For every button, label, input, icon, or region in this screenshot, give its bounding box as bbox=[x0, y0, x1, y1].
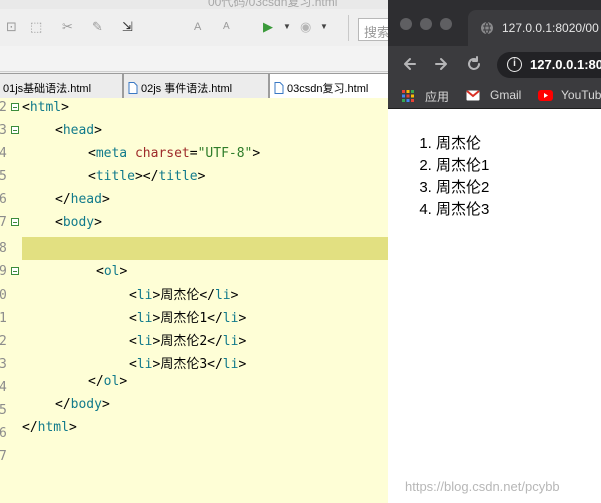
open-icon[interactable]: ⇲ bbox=[122, 18, 133, 36]
list-item: 周杰伦1 bbox=[436, 155, 489, 177]
close-window-icon[interactable] bbox=[400, 18, 412, 30]
tab-label: 02js 事件语法.html bbox=[141, 83, 233, 95]
code-line: <head> bbox=[55, 123, 102, 138]
code-editor: 00代码/03csdn复习.html ⊡ ⬚ ✂ ✎ ⇲ A A ▶ ▼ ◉ ▼… bbox=[0, 0, 391, 503]
pin-icon[interactable]: ✎ bbox=[92, 18, 103, 36]
line-number: 3 bbox=[0, 357, 7, 372]
browser-tab[interactable]: 127.0.0.1:8020/00 bbox=[468, 10, 601, 46]
file-icon bbox=[274, 82, 284, 94]
editor-tab-bar: 01js基础语法.html 02js 事件语法.html 03csdn复习.ht… bbox=[0, 72, 391, 98]
cut-icon[interactable]: ✂ bbox=[62, 18, 73, 36]
code-line: <title></title> bbox=[88, 169, 206, 184]
browser-tab-title: 127.0.0.1:8020/00 bbox=[502, 21, 599, 35]
code-line: <meta charset="UTF-8"> bbox=[88, 146, 261, 161]
line-number: 2 bbox=[0, 334, 7, 349]
line-number: 5 bbox=[0, 169, 7, 184]
browser-toolbar: i 127.0.0.1:80 bbox=[388, 46, 601, 82]
code-line: <li>周杰伦</li> bbox=[129, 288, 239, 303]
line-number: 7 bbox=[0, 449, 7, 464]
gmail-icon bbox=[466, 90, 480, 101]
page-content: 周杰伦 周杰伦1 周杰伦2 周杰伦3 https://blog.csdn.net… bbox=[388, 109, 601, 503]
code-line: </html> bbox=[22, 420, 77, 435]
tab-label: 01js基础语法.html bbox=[3, 83, 92, 95]
code-line: <li>周杰伦3</li> bbox=[129, 357, 247, 372]
info-icon[interactable]: i bbox=[507, 57, 522, 72]
line-number: 7 bbox=[0, 215, 7, 230]
tab-label: 03csdn复习.html bbox=[287, 83, 369, 95]
editor-toolbar: ⊡ ⬚ ✂ ✎ ⇲ A A ▶ ▼ ◉ ▼ 搜索 bbox=[0, 9, 388, 46]
run-icon[interactable]: ▶ bbox=[263, 18, 273, 36]
code-line: </ol> bbox=[88, 374, 128, 389]
editor-window-title: 00代码/03csdn复习.html bbox=[208, 0, 338, 9]
browser-tab-bar: 127.0.0.1:8020/00 bbox=[388, 0, 601, 46]
code-line: <ol> bbox=[96, 264, 128, 279]
preview-dropdown-icon[interactable]: ▼ bbox=[320, 18, 328, 36]
line-number: 0 bbox=[0, 288, 7, 303]
maximize-window-icon[interactable] bbox=[440, 18, 452, 30]
new-file-icon[interactable]: ⊡ bbox=[6, 18, 17, 36]
code-line: <body> bbox=[55, 215, 102, 230]
forward-icon[interactable] bbox=[431, 54, 451, 74]
code-line: <li>周杰伦1</li> bbox=[129, 311, 247, 326]
ordered-list: 周杰伦 周杰伦1 周杰伦2 周杰伦3 bbox=[436, 133, 489, 221]
address-bar[interactable]: i 127.0.0.1:80 bbox=[497, 52, 601, 78]
file-icon bbox=[128, 82, 138, 94]
line-number: 6 bbox=[0, 426, 7, 441]
bookmark-apps[interactable]: 应用 bbox=[425, 88, 449, 105]
code-line: </body> bbox=[55, 397, 110, 412]
minimize-window-icon[interactable] bbox=[420, 18, 432, 30]
address-text: 127.0.0.1:80 bbox=[530, 57, 601, 72]
search-placeholder: 搜索 bbox=[364, 25, 388, 40]
tab-01js[interactable]: 01js基础语法.html bbox=[0, 73, 123, 98]
fold-toggle-icon[interactable] bbox=[11, 103, 19, 111]
line-number: 5 bbox=[0, 403, 7, 418]
line-number: 3 bbox=[0, 123, 7, 138]
apps-grid-icon bbox=[402, 90, 414, 102]
fold-toggle-icon[interactable] bbox=[11, 218, 19, 226]
bookmarks-bar: 应用 Gmail YouTube bbox=[388, 82, 601, 109]
toolbar-divider bbox=[348, 15, 349, 41]
bookmark-youtube[interactable]: YouTube bbox=[561, 88, 601, 102]
save-icon[interactable]: ⬚ bbox=[30, 18, 42, 36]
browser-preview-icon[interactable]: ◉ bbox=[300, 18, 311, 36]
font-larger-icon[interactable]: A bbox=[194, 18, 201, 36]
list-item: 周杰伦2 bbox=[436, 177, 489, 199]
code-line: <li>周杰伦2</li> bbox=[129, 334, 247, 349]
editor-subtoolbar bbox=[0, 46, 388, 72]
line-number: 1 bbox=[0, 311, 7, 326]
browser-window: 127.0.0.1:8020/00 i 127.0.0.1:80 应用 Gmai… bbox=[388, 0, 601, 503]
line-number: 6 bbox=[0, 192, 7, 207]
reload-icon[interactable] bbox=[464, 54, 484, 74]
list-item: 周杰伦3 bbox=[436, 199, 489, 221]
editor-title-bar: 00代码/03csdn复习.html bbox=[0, 0, 388, 9]
run-dropdown-icon[interactable]: ▼ bbox=[283, 18, 291, 36]
code-line: <html> bbox=[22, 100, 69, 115]
tab-03csdn[interactable]: 03csdn复习.html bbox=[269, 73, 391, 98]
fold-toggle-icon[interactable] bbox=[11, 126, 19, 134]
current-line-highlight bbox=[22, 237, 388, 260]
search-input[interactable]: 搜索 bbox=[358, 18, 388, 41]
globe-icon bbox=[481, 21, 493, 35]
code-area[interactable]: 2 3 4 5 6 7 8 9 0 1 2 3 4 5 6 7 <html> <… bbox=[0, 98, 388, 503]
tab-02js[interactable]: 02js 事件语法.html bbox=[123, 73, 269, 98]
font-smaller-icon[interactable]: A bbox=[223, 18, 230, 36]
line-number: 4 bbox=[0, 380, 7, 395]
fold-toggle-icon[interactable] bbox=[11, 267, 19, 275]
list-item: 周杰伦 bbox=[436, 133, 489, 155]
bookmark-gmail[interactable]: Gmail bbox=[490, 88, 521, 102]
line-number: 8 bbox=[0, 241, 7, 256]
youtube-icon bbox=[538, 90, 553, 101]
line-number: 4 bbox=[0, 146, 7, 161]
back-icon[interactable] bbox=[400, 54, 420, 74]
line-number: 9 bbox=[0, 264, 7, 279]
watermark: https://blog.csdn.net/pcybb bbox=[405, 479, 560, 494]
code-line: </head> bbox=[55, 192, 110, 207]
line-number: 2 bbox=[0, 100, 7, 115]
